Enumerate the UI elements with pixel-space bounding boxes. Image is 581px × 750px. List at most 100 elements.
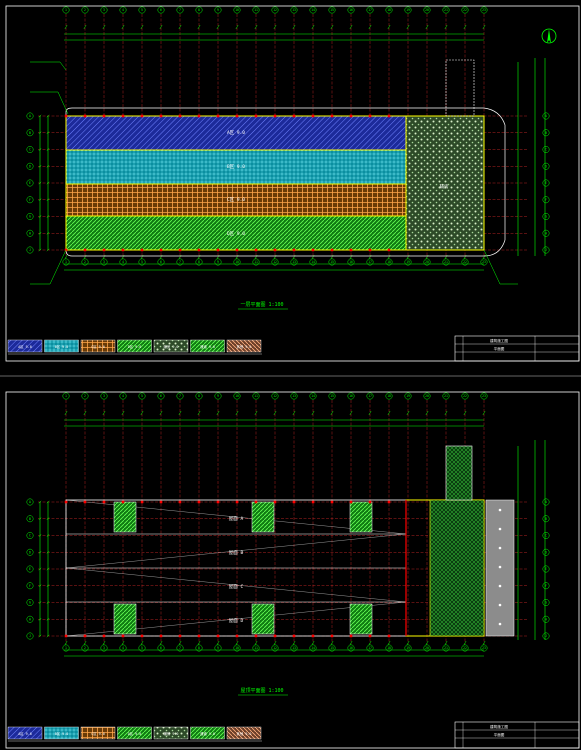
column-axis-number: 12 <box>273 260 277 264</box>
column-marker <box>102 248 106 252</box>
column-axis-number: 15 <box>330 394 334 398</box>
dimension-tick <box>197 640 201 646</box>
column-axis-number: 21 <box>444 646 448 650</box>
row-axis-letter: G <box>545 601 547 605</box>
column-marker <box>330 500 334 504</box>
dimension-tick <box>83 640 87 646</box>
roof-zone-d-label: 屋面 D <box>229 618 244 624</box>
column-axis-number: 22 <box>463 646 467 650</box>
column-marker <box>292 114 296 118</box>
dimension-tick <box>444 640 448 646</box>
column-marker <box>140 248 144 252</box>
column-axis-number: 6 <box>160 8 162 12</box>
column-marker <box>83 634 87 638</box>
column-axis-number: 9 <box>217 394 219 398</box>
column-axis-number: 4 <box>122 394 124 398</box>
legend-label: B区 9.0 <box>55 345 69 349</box>
title-block-line2: 平面图 <box>494 732 505 737</box>
stair-projection <box>445 59 475 117</box>
column-axis-number: 5 <box>141 8 143 12</box>
column-marker <box>140 114 144 118</box>
column-marker <box>159 634 163 638</box>
column-axis-number: 9 <box>217 260 219 264</box>
dimension-tick <box>121 640 125 646</box>
column-marker <box>64 500 68 504</box>
row-axis-letter: C <box>29 148 31 152</box>
column-marker <box>64 634 68 638</box>
legend-label: A区 9.0 <box>18 732 32 736</box>
column-marker <box>197 500 201 504</box>
row-axis-letter: E <box>545 181 547 185</box>
column-axis-number: 16 <box>349 646 353 650</box>
column-axis-number: 21 <box>444 394 448 398</box>
row-axis-letter: D <box>545 164 547 168</box>
road-marker <box>498 603 502 607</box>
column-axis-number: 23 <box>482 646 486 650</box>
column-marker <box>121 500 125 504</box>
zone-d-label: D区 9.0 <box>227 231 245 237</box>
row-axis-letter: G <box>545 215 547 219</box>
legend-label: 其他 9.0 <box>237 344 252 349</box>
dimension-tick <box>64 254 68 260</box>
sheet-2-title: 屋顶平面图 1:100 <box>240 688 283 694</box>
dimension-tick <box>102 640 106 646</box>
column-axis-number: 10 <box>235 646 239 650</box>
column-axis-number: 18 <box>387 8 391 12</box>
row-axis-letter: G <box>29 215 31 219</box>
road-marker <box>498 527 502 531</box>
column-axis-number: 19 <box>406 394 410 398</box>
aux-roof-zone <box>429 499 485 637</box>
column-axis-number: 12 <box>273 394 277 398</box>
road-marker <box>498 622 502 626</box>
dimension-tick <box>235 254 239 260</box>
column-marker <box>273 634 277 638</box>
column-axis-number: 2 <box>84 394 86 398</box>
column-axis-number: 4 <box>122 646 124 650</box>
legend-label: A区 9.0 <box>18 345 32 349</box>
zone-a-label: A区 9.0 <box>227 130 245 136</box>
column-marker <box>235 500 239 504</box>
dimension-tick <box>425 254 429 260</box>
column-marker <box>140 500 144 504</box>
column-axis-number: 21 <box>444 260 448 264</box>
column-marker <box>387 634 391 638</box>
dimension-tick <box>368 254 372 260</box>
column-axis-number: 7 <box>179 646 181 650</box>
column-axis-number: 13 <box>292 260 296 264</box>
column-marker <box>178 500 182 504</box>
dimension-tick <box>83 254 87 260</box>
column-axis-number: 7 <box>179 260 181 264</box>
title-block-line2: 平面图 <box>494 346 505 351</box>
column-axis-number: 11 <box>254 8 258 12</box>
row-axis-letter: J <box>29 248 31 252</box>
column-marker <box>159 114 163 118</box>
column-marker <box>349 248 353 252</box>
title-block-line1: 建筑施工图 <box>490 338 508 343</box>
column-axis-number: 1 <box>65 646 67 650</box>
column-axis-number: 22 <box>463 394 467 398</box>
column-marker <box>83 248 87 252</box>
dimension-tick <box>349 640 353 646</box>
row-axis-letter: F <box>29 198 31 202</box>
column-axis-number: 8 <box>198 394 200 398</box>
dimension-tick <box>121 254 125 260</box>
column-axis-number: 9 <box>217 646 219 650</box>
column-axis-number: 10 <box>235 394 239 398</box>
row-axis-letter: D <box>545 550 547 554</box>
dimension-tick <box>159 640 163 646</box>
roof-zone-b-label: 屋面 B <box>229 550 244 556</box>
column-axis-number: 14 <box>311 394 315 398</box>
legend-label: D区 9.0 <box>128 732 142 736</box>
column-marker <box>273 114 277 118</box>
row-axis-letter: A <box>29 500 31 504</box>
column-axis-number: 12 <box>273 8 277 12</box>
column-axis-number: 18 <box>387 394 391 398</box>
row-axis-letter: A <box>545 114 547 118</box>
dimension-tick <box>178 640 182 646</box>
dimension-tick <box>330 254 334 260</box>
column-axis-number: 15 <box>330 260 334 264</box>
column-axis-number: 6 <box>160 260 162 264</box>
row-axis-letter: C <box>545 148 547 152</box>
column-marker <box>235 634 239 638</box>
column-axis-number: 6 <box>160 646 162 650</box>
